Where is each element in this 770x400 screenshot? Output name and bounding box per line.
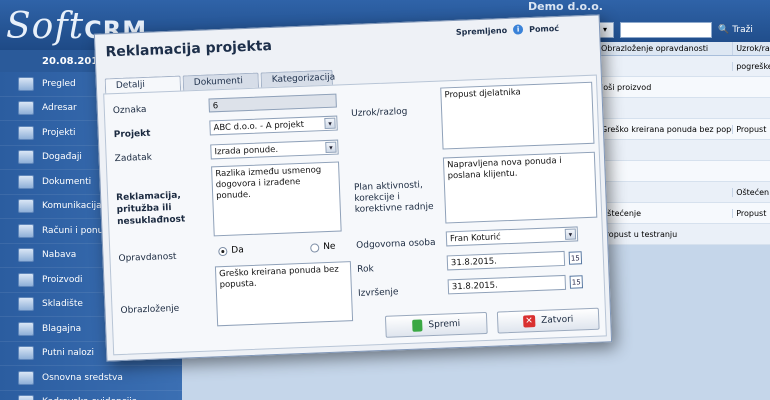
chevron-down-icon[interactable]: ▾ xyxy=(324,117,336,130)
sidebar-item-label: Događaji xyxy=(42,152,82,163)
izvrsenje-label: Izvršenje xyxy=(357,287,399,299)
save-icon xyxy=(412,319,423,332)
company-name: Demo d.o.o. xyxy=(528,0,603,13)
chevron-down-icon[interactable]: ▾ xyxy=(564,228,577,240)
sidebar-item-label: Skladište xyxy=(42,299,83,310)
grid-toolbar: ▾ 🔍 Traži xyxy=(596,22,753,38)
table-cell: Propust xyxy=(732,208,770,218)
projekt-select[interactable]: ABC d.o.o. - A projekt ▾ xyxy=(209,115,338,136)
details-form: Oznaka 6 Projekt ABC d.o.o. - A projekt … xyxy=(103,74,607,356)
products-icon xyxy=(18,272,34,287)
sidebar-item-label: Pregled xyxy=(42,78,76,89)
table-row[interactable]: loši proizvod xyxy=(597,77,770,98)
table-row[interactable]: Greško kreirana ponuda bez popusta.Propu… xyxy=(597,119,770,140)
rok-label: Rok xyxy=(356,264,374,275)
chevron-down-icon[interactable]: ▾ xyxy=(325,141,337,154)
search-icon: 🔍 xyxy=(718,25,730,35)
table-row[interactable] xyxy=(597,140,770,161)
sidebar-item[interactable]: Osnovna sredstva xyxy=(0,366,182,391)
sidebar-item-label: Adresar xyxy=(42,103,77,114)
sidebar-item-label: Nabava xyxy=(42,250,77,261)
table-row[interactable] xyxy=(597,98,770,119)
table-cell: Greško kreirana ponuda bez popusta. xyxy=(601,124,732,134)
opravdanost-label: Opravdanost xyxy=(118,251,177,265)
assets-icon xyxy=(18,370,34,385)
table-row[interactable]: pogreške xyxy=(597,56,770,77)
cash-register-icon xyxy=(18,321,34,336)
opravdanost-ne-radio[interactable]: Ne xyxy=(310,242,336,253)
plan-label: Plan aktivnosti, korekcije i korektivne … xyxy=(353,180,434,215)
projects-icon xyxy=(18,125,34,140)
dialog-title: Reklamacija projekta xyxy=(105,38,273,61)
odgovorna-select[interactable]: Fran Koturić ▾ xyxy=(445,226,579,247)
help-link[interactable]: Pomoć xyxy=(529,23,559,33)
sidebar-item-label: Komunikacija xyxy=(42,201,102,212)
invoices-icon xyxy=(18,223,34,238)
plan-textarea[interactable]: Napravljena nova ponuda i poslana klijen… xyxy=(442,151,598,224)
reklamacija-label: Reklamacija, pritužba ili nesuklađnost xyxy=(116,190,186,228)
odgovorna-label: Odgovorna osoba xyxy=(356,237,436,251)
table-row[interactable]: Oštećen xyxy=(597,182,770,203)
obrazlozenje-label: Obrazloženje xyxy=(120,303,180,317)
projekt-label: Projekt xyxy=(113,128,151,141)
oznaka-label: Oznaka xyxy=(112,104,147,117)
hr-icon xyxy=(18,395,34,400)
sidebar-item-label: Putni nalozi xyxy=(42,348,95,359)
table-row[interactable]: Oštećenje Propust xyxy=(597,203,770,224)
help-icon[interactable]: i xyxy=(512,24,524,35)
table-cell: Oštećen xyxy=(732,187,770,197)
calendar-icon[interactable]: 15 xyxy=(568,251,583,265)
table-cell: loši proizvod xyxy=(601,82,652,92)
sidebar-item-label: Dokumenti xyxy=(42,176,92,187)
table-row[interactable]: Propust u testranju xyxy=(597,224,770,245)
radio-selected-icon xyxy=(218,246,228,256)
search-button[interactable]: 🔍 Traži xyxy=(718,25,753,35)
sidebar-item[interactable]: Kadrovska evidencija xyxy=(0,391,182,400)
obrazlozenje-textarea[interactable]: Greško kreirana ponuda bez popusta. xyxy=(214,261,354,327)
table-header: Obrazloženje opravdanosti Uzrok/ra xyxy=(597,42,770,56)
save-button[interactable]: Spremi xyxy=(384,311,488,338)
sidebar-item-label: Osnovna sredstva xyxy=(42,372,123,383)
calendar-icon[interactable]: 15 xyxy=(569,275,584,289)
close-button[interactable]: ✕ Zatvori xyxy=(496,307,600,334)
zadatak-label: Zadatak xyxy=(114,152,153,165)
sidebar-item-label: Proizvodi xyxy=(42,274,83,285)
overview-icon xyxy=(18,76,34,91)
zadatak-select[interactable]: Izrada ponude. ▾ xyxy=(210,139,339,160)
documents-icon xyxy=(18,174,34,189)
address-book-icon xyxy=(18,101,34,116)
travel-orders-icon xyxy=(18,346,34,361)
search-input[interactable] xyxy=(620,22,712,38)
sidebar-item-label: Blagajna xyxy=(42,323,82,334)
events-icon xyxy=(18,150,34,165)
rok-date-input[interactable]: 31.8.2015. xyxy=(446,250,566,271)
table-cell: Propust xyxy=(732,124,770,134)
table-row[interactable] xyxy=(597,161,770,182)
table-cell: Oštećenje xyxy=(601,208,642,218)
uzrok-textarea[interactable]: Propust djelatnika xyxy=(440,81,595,150)
reklamacija-textarea[interactable]: Razlika između usmenog dogovora i izrađe… xyxy=(211,161,342,237)
close-icon: ✕ xyxy=(522,315,536,328)
table-cell: pogreške xyxy=(732,61,770,71)
procurement-icon xyxy=(18,248,34,263)
opravdanost-da-radio[interactable]: Da xyxy=(218,245,244,256)
warehouse-icon xyxy=(18,297,34,312)
izvrsenje-date-input[interactable]: 31.8.2015. xyxy=(447,274,567,295)
column-header[interactable]: Obrazloženje opravdanosti xyxy=(597,42,732,55)
sidebar-item-label: Projekti xyxy=(42,127,76,138)
uzrok-label: Uzrok/razlog xyxy=(350,106,408,120)
radio-empty-icon xyxy=(310,242,320,253)
records-table: Obrazloženje opravdanosti Uzrok/ra pogre… xyxy=(596,42,770,245)
column-header[interactable]: Uzrok/ra xyxy=(732,42,770,55)
complaint-dialog: Reklamacija projekta Spremljeno i Pomoć … xyxy=(93,14,613,362)
table-cell: Propust u testranju xyxy=(601,229,678,239)
save-status: Spremljeno xyxy=(455,25,508,37)
communication-icon xyxy=(18,199,34,214)
dialog-tools: Spremljeno i Pomoć xyxy=(456,23,560,37)
oznaka-field: 6 xyxy=(208,93,337,113)
